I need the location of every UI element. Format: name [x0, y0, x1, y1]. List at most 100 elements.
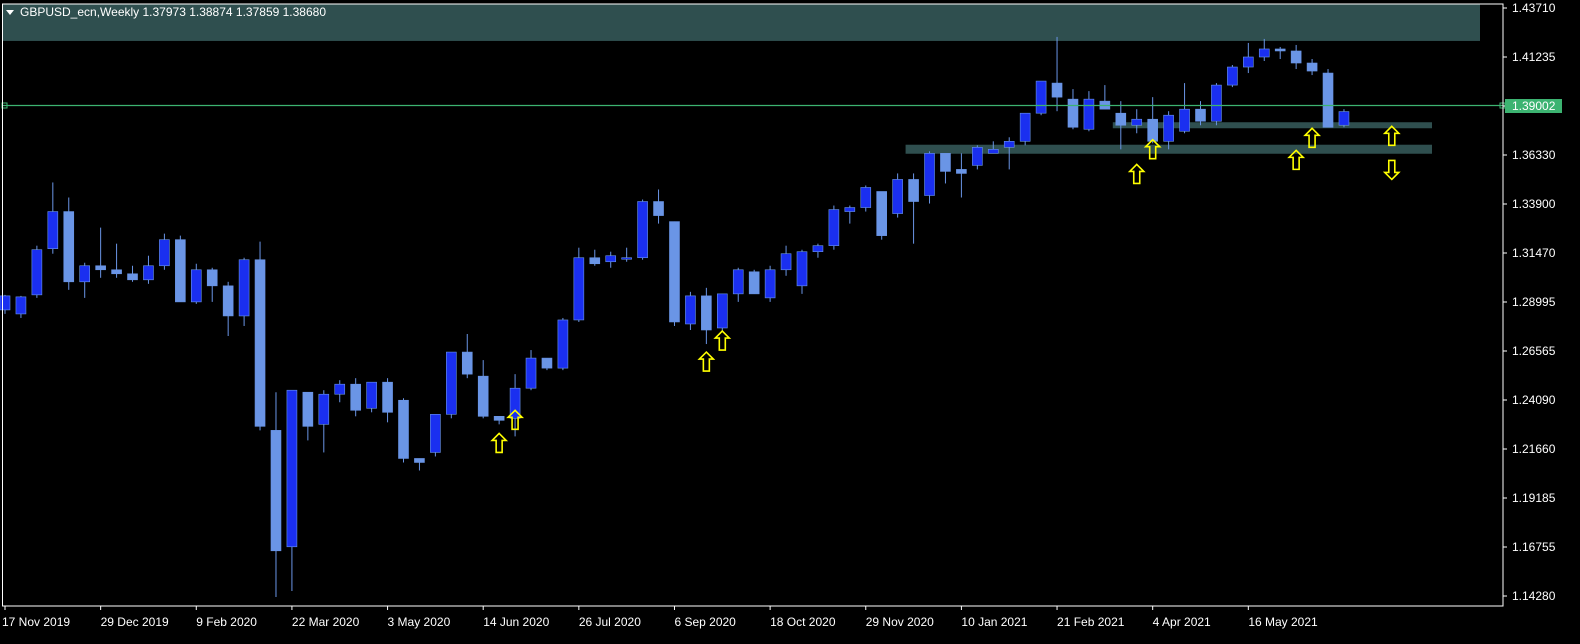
- candle-body-bear: [222, 285, 234, 317]
- candle-body-bull: [685, 295, 696, 325]
- candle-body-bull: [972, 147, 983, 166]
- candle-body-bull: [318, 393, 330, 425]
- candle: [1227, 65, 1238, 88]
- candle-body-bull: [637, 201, 648, 259]
- candle-body-bull: [557, 319, 569, 369]
- candle-body-bull: [334, 383, 346, 395]
- x-tick-label: 22 Mar 2020: [292, 615, 360, 629]
- candle-body-bull: [1131, 118, 1143, 126]
- candle-body-bull: [446, 351, 457, 415]
- candle-body-bull: [796, 251, 808, 287]
- candle: [1338, 109, 1350, 128]
- candle-body-bull: [238, 259, 250, 317]
- candle-body-bull: [764, 269, 776, 299]
- candle: [1211, 83, 1222, 126]
- candle-body-bear: [127, 273, 138, 281]
- candle: [254, 241, 266, 431]
- candle: [669, 221, 680, 326]
- y-tick-label: 1.43710: [1512, 1, 1556, 15]
- candle: [748, 269, 760, 295]
- candle-body-bull: [716, 293, 728, 329]
- candle-body-bear: [1147, 118, 1158, 142]
- candle-body-bear: [493, 416, 505, 421]
- candle-body-bull: [1338, 111, 1350, 126]
- x-tick-label: 10 Jan 2021: [961, 615, 1027, 629]
- candle-body-bull: [1258, 48, 1270, 58]
- candle-body-bear: [701, 295, 712, 331]
- candle-body-bear: [111, 269, 122, 275]
- y-tick-label: 1.21660: [1512, 442, 1556, 456]
- candle-body-bear: [940, 153, 951, 172]
- candle-body-bear: [1195, 108, 1206, 122]
- candle-body-bull: [0, 295, 11, 311]
- current-price-label: 1.39002: [1512, 99, 1556, 113]
- candle-body-bear: [63, 211, 75, 283]
- candle-body-bull: [1035, 80, 1047, 114]
- candle: [446, 351, 457, 419]
- candle-body-bear: [541, 357, 553, 369]
- chart-canvas[interactable]: 1.437101.412351.387601.363301.339001.314…: [0, 0, 1580, 639]
- candle-body-bull: [780, 253, 792, 271]
- candle-body-bull: [987, 149, 999, 154]
- candle: [637, 199, 648, 260]
- candle-body-bear: [382, 381, 393, 413]
- candle-body-bull: [812, 245, 824, 253]
- candle: [63, 197, 75, 290]
- candle: [716, 293, 728, 332]
- candle-body-bull: [892, 179, 903, 214]
- candle-body-bull: [79, 265, 90, 283]
- candle: [398, 398, 409, 463]
- candle-body-bull: [605, 255, 617, 263]
- candle-body-bull: [844, 207, 856, 212]
- candle: [31, 245, 43, 298]
- candle-body-bull: [143, 265, 154, 281]
- chart-header: GBPUSD_ecn,Weekly 1.37973 1.38874 1.3785…: [6, 5, 326, 19]
- candle-body-bull: [366, 381, 377, 409]
- candle-body-bull: [621, 257, 632, 260]
- candle-body-bear: [1322, 72, 1334, 128]
- x-tick-label: 29 Dec 2019: [101, 615, 169, 629]
- x-tick-label: 9 Feb 2020: [196, 615, 257, 629]
- candle-body-bull: [286, 389, 298, 548]
- candle-body-bear: [302, 391, 314, 427]
- sr-zone[interactable]: [1112, 122, 1432, 129]
- candle-body-bull: [430, 413, 441, 453]
- candle: [541, 357, 553, 371]
- x-tick-label: 29 Nov 2020: [866, 615, 934, 629]
- candle: [175, 235, 186, 303]
- candle: [892, 173, 903, 218]
- candle-body-bear: [1067, 98, 1079, 128]
- candle-body-bull: [47, 211, 59, 249]
- candle: [860, 185, 872, 212]
- candle-body-bear: [270, 430, 282, 552]
- candle: [1322, 69, 1334, 128]
- y-tick-label: 1.24090: [1512, 393, 1556, 407]
- candle-body-bull: [190, 269, 202, 303]
- candle-body-bear: [461, 351, 473, 375]
- candle-body-bull: [1003, 141, 1015, 148]
- candle-body-bear: [669, 221, 680, 323]
- x-tick-label: 26 Jul 2020: [579, 615, 641, 629]
- candle: [366, 381, 377, 413]
- x-tick-label: 3 May 2020: [388, 615, 451, 629]
- candle-body-bull: [924, 153, 935, 196]
- candle-body-bull: [573, 257, 585, 321]
- candle-body-bear: [876, 191, 888, 236]
- candle: [238, 257, 250, 326]
- candle: [190, 263, 202, 304]
- candle: [876, 191, 888, 240]
- candle-body-bear: [414, 458, 425, 463]
- candle-body-bear: [95, 265, 106, 271]
- y-tick-label: 1.33900: [1512, 197, 1556, 211]
- candle-body-bull: [860, 187, 872, 208]
- x-tick-label: 21 Feb 2021: [1057, 615, 1125, 629]
- x-tick-label: 14 Jun 2020: [483, 615, 549, 629]
- candle-body-bull: [159, 239, 170, 267]
- y-tick-label: 1.16755: [1512, 540, 1556, 554]
- candle-body-bear: [1051, 82, 1063, 98]
- candle-body-bear: [254, 259, 266, 427]
- candle-body-bear: [653, 201, 664, 216]
- chart-area[interactable]: 1.437101.412351.387601.363301.339001.314…: [0, 0, 1580, 639]
- candle-body-bear: [398, 399, 409, 459]
- chart-background: [0, 0, 1580, 639]
